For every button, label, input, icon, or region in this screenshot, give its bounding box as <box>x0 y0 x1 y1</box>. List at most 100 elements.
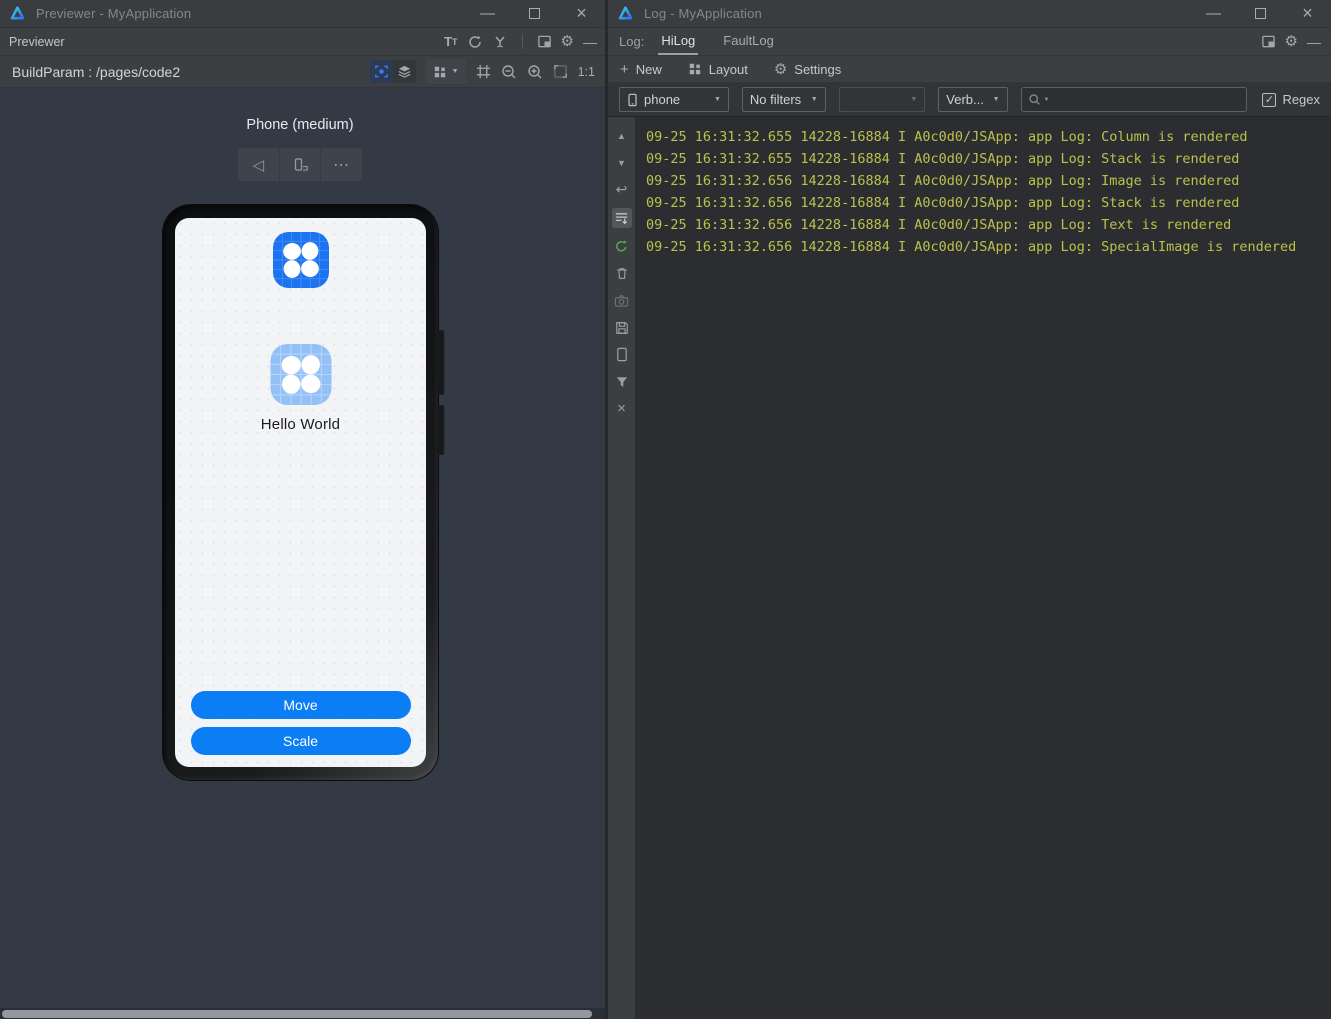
log-filter-bar: phone ▼ No filters ▼ ▼ Verb... ▼ ▼ ✓ Reg… <box>608 83 1331 117</box>
soft-wrap-button[interactable]: ↩ <box>612 181 632 198</box>
device-view-icon[interactable] <box>612 346 632 363</box>
window-title: Log - MyApplication <box>644 6 762 21</box>
log-line: 09-25 16:31:32.656 14228-16884 I A0c0d0/… <box>646 239 1297 255</box>
chevron-down-icon: ▼ <box>810 96 818 103</box>
buildparam-label: BuildParam : /pages/code2 <box>12 63 181 80</box>
tab-faultlog[interactable]: FaultLog <box>720 28 777 55</box>
level-filter-value: Verb... <box>946 92 984 107</box>
log-search-box[interactable]: ▼ <box>1020 87 1248 112</box>
log-tab-bar: Log: HiLog FaultLog ⚙ — <box>608 28 1331 56</box>
tag-filter-dropdown[interactable]: ▼ <box>838 87 926 112</box>
log-tab-actions: ⚙ — <box>1261 34 1325 50</box>
grid-icon <box>434 66 445 77</box>
close-button[interactable]: × <box>1284 0 1331 27</box>
layout-button[interactable]: Layout <box>688 62 748 77</box>
device-filter-dropdown[interactable]: phone ▼ <box>619 87 729 112</box>
refresh-icon[interactable] <box>467 34 483 50</box>
settings-button[interactable]: ⚙ Settings <box>774 62 841 77</box>
previewer-settings-gear-icon[interactable]: ⚙ <box>561 34 574 49</box>
rotate-device-button[interactable] <box>278 148 321 181</box>
log-settings-gear-icon[interactable]: ⚙ <box>1285 34 1298 49</box>
log-body: ▲ ▼ ↩ × 09-25 16:31:32.655 14228-16884 I… <box>608 117 1331 1019</box>
new-session-button[interactable]: + New <box>620 61 662 78</box>
regex-toggle[interactable]: ✓ Regex <box>1262 92 1320 107</box>
plus-icon: + <box>620 60 629 78</box>
app-clover-icon <box>272 232 329 288</box>
phone-mockup: Hello World Move Scale <box>163 205 445 780</box>
layers-mode-button[interactable] <box>393 60 416 83</box>
chevron-down-icon: ▼ <box>992 96 1000 103</box>
maximize-button[interactable] <box>511 0 558 27</box>
save-log-icon[interactable] <box>612 319 632 336</box>
preview-view-actions: ▼ 1:1 <box>369 59 595 84</box>
previewer-titlebar: Previewer - MyApplication — × <box>0 0 605 28</box>
layout-grid-icon <box>689 63 701 75</box>
gear-icon: ⚙ <box>773 60 788 78</box>
level-filter-dropdown[interactable]: Verb... ▼ <box>938 87 1008 112</box>
touch-plug-icon[interactable] <box>492 34 508 50</box>
maximize-button[interactable] <box>1237 0 1284 27</box>
zoom-in-icon[interactable] <box>527 64 543 80</box>
process-filter-value: No filters <box>749 92 802 107</box>
restart-session-button[interactable] <box>612 238 632 255</box>
panel-layout-icon[interactable] <box>1261 34 1276 49</box>
inspector-mode-button[interactable] <box>369 60 393 83</box>
log-output: 09-25 16:31:32.655 14228-16884 I A0c0d0/… <box>635 117 1331 1019</box>
log-label: Log: <box>619 34 645 49</box>
chevron-down-icon: ▼ <box>451 68 459 75</box>
window-controls: — × <box>1190 0 1331 27</box>
screenshot-camera-icon[interactable] <box>612 292 632 309</box>
process-filter-dropdown[interactable]: No filters ▼ <box>741 87 826 112</box>
previewer-window: Previewer - MyApplication — × Previewer … <box>0 0 605 1019</box>
previewer-toolbar: Previewer TT ⚙ — <box>0 28 605 56</box>
log-line: 09-25 16:31:32.655 14228-16884 I A0c0d0/… <box>646 129 1248 145</box>
device-title: Phone (medium) <box>246 117 354 133</box>
scroll-up-button[interactable]: ▲ <box>612 127 632 144</box>
close-panel-button[interactable]: × <box>612 400 632 417</box>
search-input[interactable] <box>1052 92 1241 107</box>
crop-frame-icon[interactable] <box>476 64 491 79</box>
log-line: 09-25 16:31:32.656 14228-16884 I A0c0d0/… <box>646 217 1232 233</box>
toolbar-separator <box>521 34 523 49</box>
log-line: 09-25 16:31:32.656 14228-16884 I A0c0d0/… <box>646 173 1240 189</box>
panel-layout-icon[interactable] <box>537 34 552 49</box>
search-icon <box>1028 94 1040 105</box>
more-options-button[interactable]: ⋯ <box>320 148 362 181</box>
back-button[interactable]: ◁ <box>238 148 279 181</box>
move-button[interactable]: Move <box>190 691 411 719</box>
horizontal-scrollbar-thumb[interactable] <box>2 1009 592 1018</box>
preview-mode-toggle <box>369 60 416 83</box>
scroll-to-end-button[interactable] <box>611 208 632 228</box>
search-options-caret-icon[interactable]: ▼ <box>1044 97 1050 103</box>
minimize-button[interactable]: — <box>1190 0 1237 27</box>
log-window: Log - MyApplication — × Log: HiLog Fault… <box>605 0 1331 1019</box>
scale-button[interactable]: Scale <box>190 727 411 755</box>
text-size-icon[interactable]: TT <box>444 34 457 49</box>
zoom-out-icon[interactable] <box>501 64 517 80</box>
deveco-logo-icon <box>617 5 634 22</box>
previewer-toolbar-actions: TT ⚙ — <box>444 34 597 50</box>
app-clover-icon-light <box>270 344 331 405</box>
filter-funnel-icon[interactable] <box>612 373 632 390</box>
log-line: 09-25 16:31:32.656 14228-16884 I A0c0d0/… <box>646 195 1240 211</box>
device-filter-value: phone <box>644 92 681 107</box>
minimize-button[interactable]: — <box>464 0 511 27</box>
clear-log-trash-icon[interactable] <box>612 265 632 282</box>
hide-panel-icon[interactable]: — <box>583 34 597 50</box>
zoom-ratio-label[interactable]: 1:1 <box>578 65 595 79</box>
tab-hilog[interactable]: HiLog <box>658 28 699 55</box>
hide-panel-icon[interactable]: — <box>1307 34 1321 50</box>
maximize-icon <box>529 8 540 19</box>
desktop: Previewer - MyApplication — × Previewer … <box>0 0 1331 1019</box>
scroll-down-button[interactable]: ▼ <box>612 154 632 171</box>
preview-canvas: Phone (medium) ◁ ⋯ Hello World Move Scal… <box>0 88 605 1019</box>
check-icon: ✓ <box>1264 94 1275 106</box>
close-button[interactable]: × <box>558 0 605 27</box>
phone-power-button <box>437 405 445 455</box>
fit-to-screen-icon[interactable] <box>553 64 568 79</box>
buildparam-bar: BuildParam : /pages/code2 ▼ 1:1 <box>0 56 605 88</box>
phone-icon <box>628 93 637 106</box>
regex-checkbox[interactable]: ✓ <box>1262 92 1277 107</box>
components-dropdown[interactable]: ▼ <box>425 59 466 84</box>
regex-label: Regex <box>1282 92 1321 107</box>
